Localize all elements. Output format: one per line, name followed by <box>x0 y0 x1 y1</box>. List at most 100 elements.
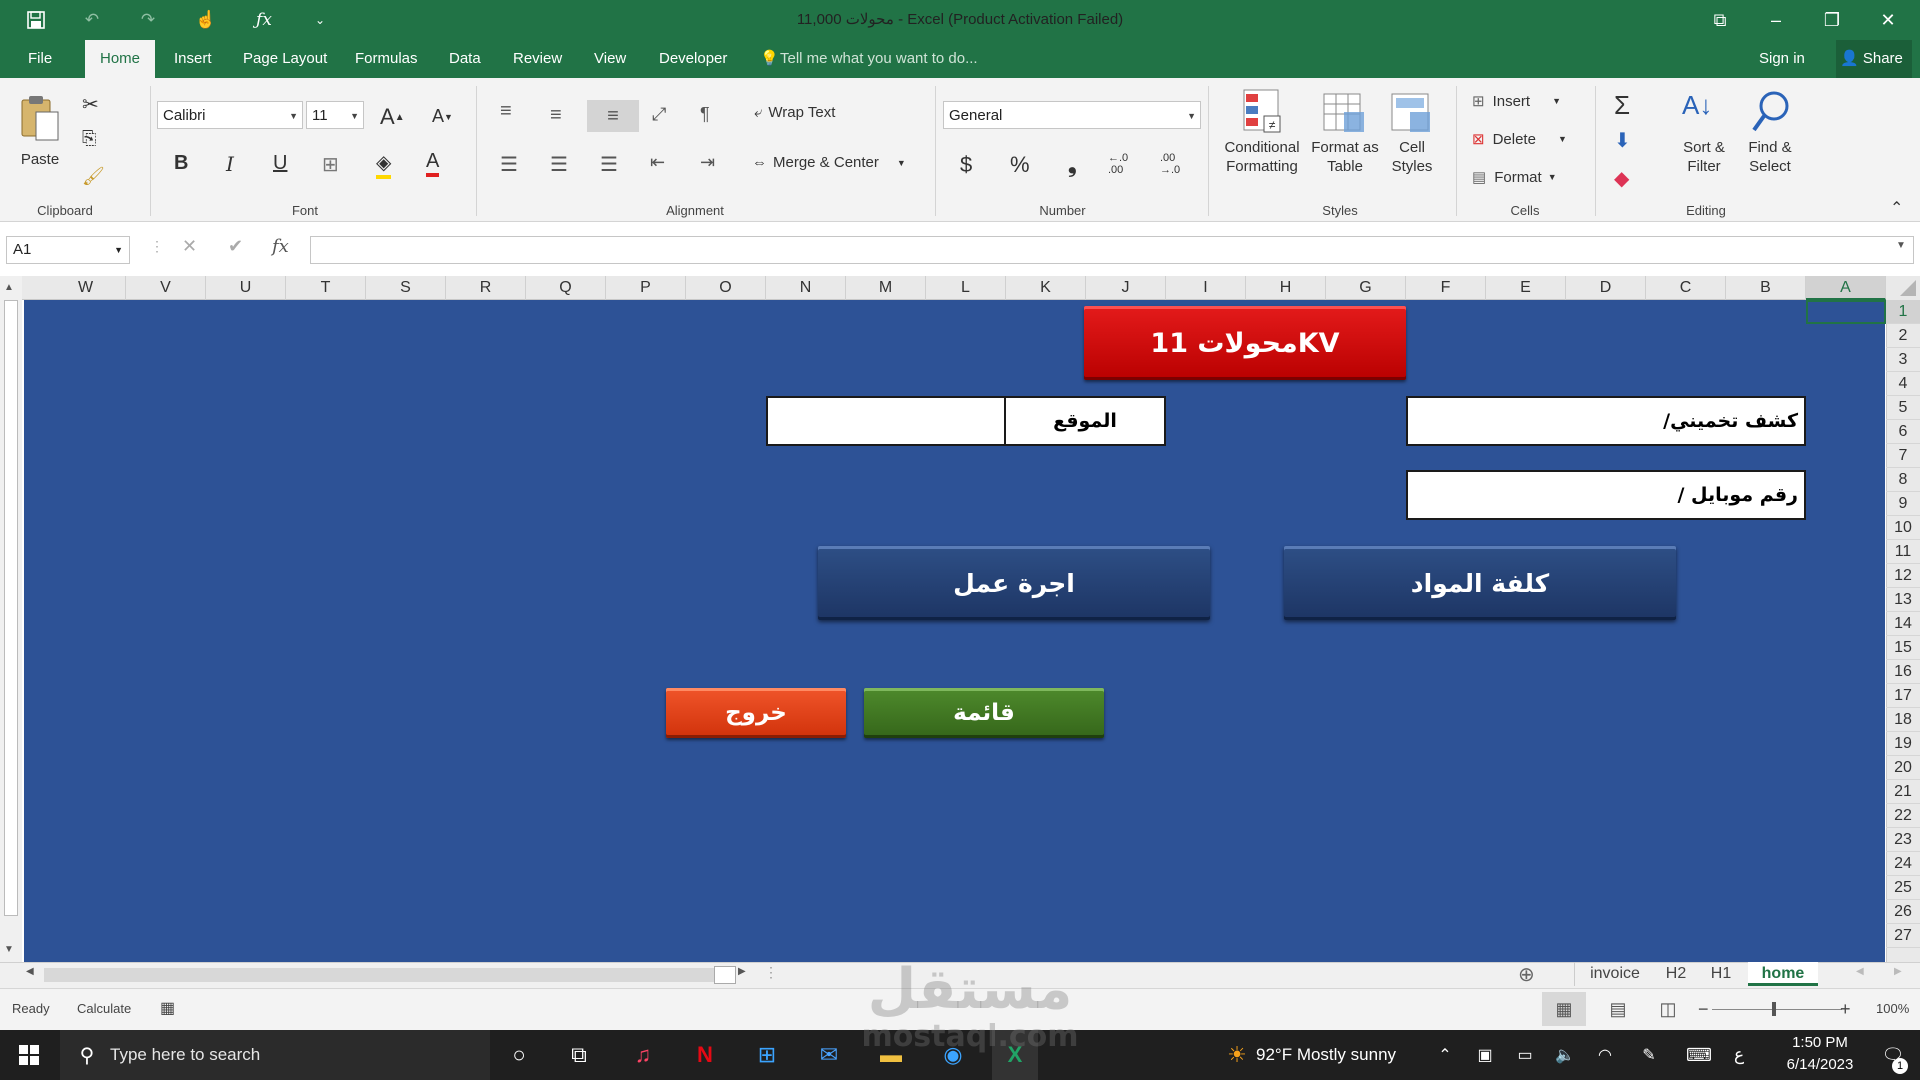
currency-button[interactable]: $ <box>960 152 972 178</box>
row-header-9[interactable]: 9 <box>1886 492 1920 516</box>
fill-icon[interactable]: ⬇ <box>1614 128 1631 153</box>
edge-icon[interactable]: ◉ <box>930 1030 976 1080</box>
mobile-field[interactable]: رقم موبايل / <box>1406 470 1806 520</box>
row-header-19[interactable]: 19 <box>1886 732 1920 756</box>
maximize-icon[interactable]: ❐ <box>1804 0 1860 40</box>
row-header-10[interactable]: 10 <box>1886 516 1920 540</box>
row-header-14[interactable]: 14 <box>1886 612 1920 636</box>
weather-text[interactable]: 92°F Mostly sunny <box>1256 1030 1396 1080</box>
share-button[interactable]: 👤 Share <box>1836 40 1912 78</box>
new-sheet-icon[interactable]: ⊕ <box>1518 962 1535 987</box>
align-bottom-icon[interactable]: ≡ <box>587 100 639 132</box>
format-painter-icon[interactable]: 🖌 <box>82 166 105 187</box>
increase-indent-icon[interactable]: ⇥ <box>700 152 715 173</box>
row-header-6[interactable]: 6 <box>1886 420 1920 444</box>
copy-icon[interactable]: ⎘ <box>82 128 96 149</box>
sheet-tab-invoice[interactable]: invoice <box>1580 962 1650 986</box>
increase-decimal-button[interactable]: ←.0 .00 <box>1108 152 1128 176</box>
column-header-d[interactable]: D <box>1566 276 1646 300</box>
row-header-22[interactable]: 22 <box>1886 804 1920 828</box>
keyboard-icon[interactable]: ⌨ <box>1676 1030 1722 1080</box>
column-header-v[interactable]: V <box>126 276 206 300</box>
clear-icon[interactable]: ◆ <box>1614 166 1629 191</box>
column-header-a[interactable]: A <box>1806 276 1886 300</box>
column-header-c[interactable]: C <box>1646 276 1726 300</box>
status-calculate[interactable]: Calculate <box>77 988 131 1030</box>
tab-page-layout[interactable]: Page Layout <box>243 40 327 78</box>
row-header-7[interactable]: 7 <box>1886 444 1920 468</box>
minimize-icon[interactable]: – <box>1748 0 1804 40</box>
find-select-icon[interactable] <box>1750 88 1794 134</box>
zoom-in-icon[interactable]: + <box>1840 988 1851 1030</box>
align-middle-icon[interactable]: ≡ <box>550 104 562 127</box>
cell-styles-icon[interactable] <box>1390 90 1434 136</box>
row-header-26[interactable]: 26 <box>1886 900 1920 924</box>
conditional-formatting-icon[interactable]: ≠ <box>1240 88 1284 136</box>
tab-data[interactable]: Data <box>449 40 481 78</box>
title-banner-button[interactable]: محولات 11KV <box>1084 306 1406 380</box>
comma-button[interactable]: ❟ <box>1068 152 1077 178</box>
enter-icon[interactable]: ✔ <box>228 236 243 257</box>
column-header-h[interactable]: H <box>1246 276 1326 300</box>
sort-filter-icon[interactable]: A↓ <box>1682 90 1726 134</box>
tab-scroll-left-icon[interactable]: ◀ <box>1856 966 1864 977</box>
tab-view[interactable]: View <box>594 40 626 78</box>
select-all-button[interactable] <box>1886 276 1920 300</box>
decrease-indent-icon[interactable]: ⇤ <box>650 152 665 173</box>
task-view-icon[interactable]: ⧉ <box>556 1030 602 1080</box>
row-header-17[interactable]: 17 <box>1886 684 1920 708</box>
column-header-p[interactable]: P <box>606 276 686 300</box>
borders-icon[interactable]: ⊞ <box>322 152 339 177</box>
column-header-f[interactable]: F <box>1406 276 1486 300</box>
column-header-s[interactable]: S <box>366 276 446 300</box>
splitter-icon[interactable]: ⋮ <box>764 964 778 981</box>
align-top-icon[interactable]: ≡ <box>500 100 512 123</box>
wifi-icon[interactable]: ◠ <box>1582 1030 1628 1080</box>
vertical-scroll-thumb[interactable] <box>4 300 18 916</box>
row-header-4[interactable]: 4 <box>1886 372 1920 396</box>
zoom-slider-thumb[interactable] <box>1772 1002 1776 1016</box>
sort-filter-label[interactable]: Sort & Filter <box>1674 138 1734 176</box>
format-cells-button[interactable]: ▤ Format ▼ <box>1472 168 1557 187</box>
input-language[interactable]: ع <box>1734 1030 1744 1080</box>
scroll-right-icon[interactable]: ▶ <box>738 966 746 977</box>
fx-icon[interactable]: ƒx <box>250 6 278 34</box>
menu-button[interactable]: قائمة <box>864 688 1104 738</box>
row-header-27[interactable]: 27 <box>1886 924 1920 948</box>
fill-color-icon[interactable]: ◈ <box>376 150 392 179</box>
sheet-tab-home[interactable]: home <box>1748 962 1818 986</box>
format-as-table-label[interactable]: Format as Table <box>1300 138 1390 176</box>
tell-me-search[interactable]: Tell me what you want to do... <box>780 40 978 78</box>
customize-icon[interactable]: ⌄ <box>306 6 334 34</box>
sign-in-link[interactable]: Sign in <box>1759 40 1805 78</box>
row-header-5[interactable]: 5 <box>1886 396 1920 420</box>
sheet-tab-h2[interactable]: H2 <box>1656 962 1696 986</box>
tab-developer[interactable]: Developer <box>659 40 727 78</box>
increase-font-icon[interactable]: A ▲ <box>380 104 405 130</box>
align-center-icon[interactable]: ☰ <box>550 152 568 177</box>
excel-taskbar-icon[interactable]: X <box>992 1030 1038 1080</box>
column-header-j[interactable]: J <box>1086 276 1166 300</box>
touch-mode-icon[interactable]: ☝ <box>192 6 220 34</box>
row-header-21[interactable]: 21 <box>1886 780 1920 804</box>
scroll-down-icon[interactable]: ▼ <box>4 944 14 955</box>
expand-formula-icon[interactable]: ▼ <box>1896 240 1906 251</box>
row-header-3[interactable]: 3 <box>1886 348 1920 372</box>
tab-scroll-right-icon[interactable]: ▶ <box>1894 966 1902 977</box>
active-cell-a1[interactable] <box>1806 300 1886 324</box>
undo-icon[interactable]: ↶ <box>78 6 106 34</box>
row-header-1[interactable]: 1 <box>1886 300 1920 324</box>
exit-button[interactable]: خروج <box>666 688 846 738</box>
column-header-u[interactable]: U <box>206 276 286 300</box>
tab-file[interactable]: File <box>28 40 52 78</box>
row-header-8[interactable]: 8 <box>1886 468 1920 492</box>
bold-button[interactable]: B <box>174 152 188 175</box>
pen-icon[interactable]: ✎ <box>1626 1030 1672 1080</box>
conditional-formatting-label[interactable]: Conditional Formatting <box>1218 138 1306 176</box>
scroll-up-icon[interactable]: ▲ <box>4 282 14 293</box>
font-color-icon[interactable]: A <box>426 150 440 177</box>
column-header-i[interactable]: I <box>1166 276 1246 300</box>
zoom-out-icon[interactable]: − <box>1698 988 1709 1030</box>
text-direction-icon[interactable]: ¶ <box>700 104 710 125</box>
macro-record-icon[interactable]: ▦ <box>160 988 175 1030</box>
